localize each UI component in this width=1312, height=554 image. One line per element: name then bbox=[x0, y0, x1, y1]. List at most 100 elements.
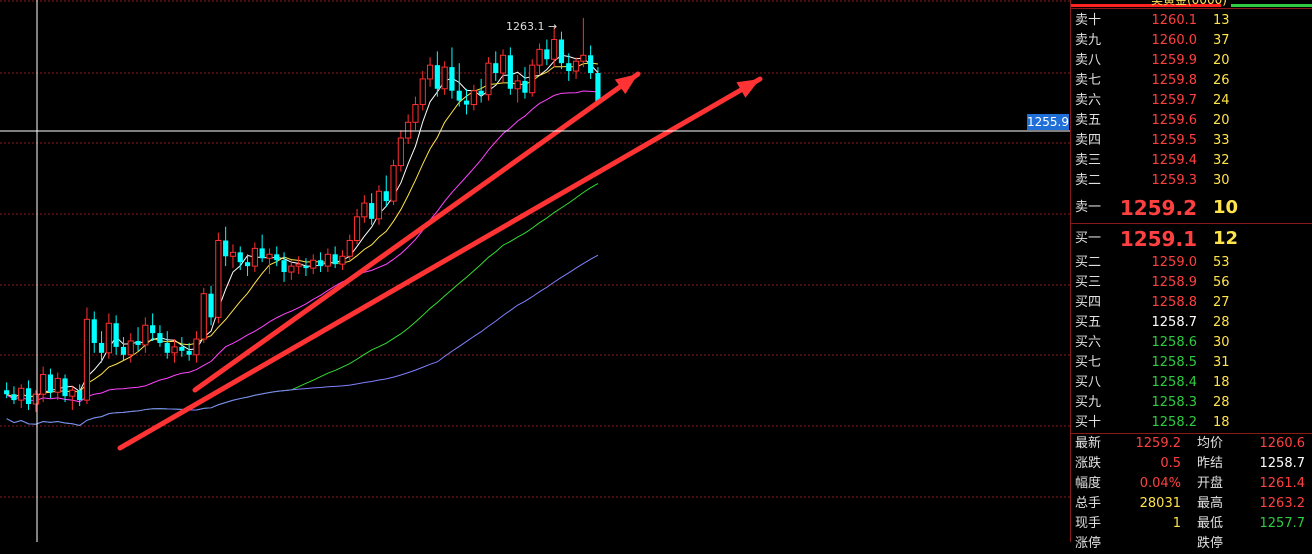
level-volume: 33 bbox=[1213, 133, 1230, 148]
ask-level-row[interactable]: 卖七 1259.8 26 bbox=[1071, 71, 1312, 91]
candle-body bbox=[310, 259, 317, 269]
bid-level-row[interactable]: 买五 1258.7 28 bbox=[1071, 313, 1312, 333]
ask-level-row[interactable]: 卖五 1259.6 20 bbox=[1071, 111, 1312, 131]
stat-value: 1261.4 bbox=[1259, 476, 1306, 491]
orderbook-divider bbox=[1071, 223, 1312, 224]
candle-body bbox=[353, 216, 361, 242]
level-label: 卖十 bbox=[1075, 13, 1102, 28]
level-volume: 12 bbox=[1213, 228, 1239, 249]
stat-value: 1263.2 bbox=[1259, 496, 1306, 511]
stat-row: 涨跌 0.5 昨结 1258.7 bbox=[1071, 454, 1312, 474]
stat-label: 均价 bbox=[1197, 436, 1224, 451]
bid-level-row[interactable]: 买四 1258.8 27 bbox=[1071, 293, 1312, 313]
candle-body bbox=[244, 262, 251, 267]
level-volume: 32 bbox=[1213, 153, 1230, 168]
candle-body bbox=[11, 394, 17, 401]
candle-body bbox=[120, 346, 127, 355]
candle-body bbox=[251, 247, 258, 267]
peak-price-annotation: 1263.1 → bbox=[506, 20, 558, 33]
candle-body bbox=[470, 90, 477, 106]
candle-body bbox=[449, 67, 455, 91]
candle-body bbox=[164, 342, 170, 353]
candle-body bbox=[588, 55, 594, 74]
level-volume: 18 bbox=[1213, 415, 1230, 430]
bid-level-row[interactable]: 买三 1258.9 56 bbox=[1071, 273, 1312, 293]
ask-level-row[interactable]: 卖二 1259.3 30 bbox=[1071, 171, 1312, 191]
candle-body bbox=[91, 319, 97, 343]
level-label: 买八 bbox=[1075, 375, 1102, 390]
candle-body bbox=[536, 48, 543, 66]
stat-label: 幅度 bbox=[1075, 476, 1102, 491]
bid-level-row[interactable]: 买十 1258.2 18 bbox=[1071, 413, 1312, 433]
stat-row: 最新 1259.2 均价 1260.6 bbox=[1071, 434, 1312, 454]
bid-level-row[interactable]: 买九 1258.3 28 bbox=[1071, 393, 1312, 413]
level-price: 1259.1 bbox=[1119, 227, 1197, 251]
stat-value: 28031 bbox=[1139, 496, 1181, 511]
candle-body bbox=[157, 333, 163, 343]
bid-level-row[interactable]: 买二 1259.0 53 bbox=[1071, 253, 1312, 273]
candle-body bbox=[544, 49, 550, 60]
candle-body bbox=[69, 389, 76, 397]
level-volume: 27 bbox=[1213, 295, 1230, 310]
stat-value: 1258.7 bbox=[1259, 456, 1306, 471]
candle-body bbox=[4, 390, 10, 395]
level-label: 卖四 bbox=[1075, 133, 1102, 148]
stat-label: 最高 bbox=[1197, 496, 1224, 511]
candle-body bbox=[215, 240, 222, 318]
level-volume: 18 bbox=[1213, 375, 1230, 390]
level-volume: 30 bbox=[1213, 173, 1230, 188]
candle-body bbox=[529, 64, 536, 94]
bid-level-row[interactable]: 买七 1258.5 31 bbox=[1071, 353, 1312, 373]
ask-level-row[interactable]: 卖八 1259.9 20 bbox=[1071, 51, 1312, 71]
quote-panel: 美黄金(0000) 卖十 1260.1 13 卖九 1260.0 37 卖八 125… bbox=[1070, 0, 1312, 551]
level-price: 1258.5 bbox=[1151, 355, 1198, 370]
candle-body bbox=[332, 254, 338, 265]
ask-level-row[interactable]: 卖四 1259.5 33 bbox=[1071, 131, 1312, 151]
level-price: 1258.9 bbox=[1151, 275, 1198, 290]
candle-body bbox=[200, 293, 207, 340]
level-volume: 26 bbox=[1213, 73, 1230, 88]
level-price: 1259.3 bbox=[1151, 173, 1198, 188]
candle-body bbox=[54, 377, 61, 393]
candle-body bbox=[478, 90, 484, 95]
candle-body bbox=[266, 253, 273, 259]
candle-body bbox=[32, 393, 39, 405]
candle-body bbox=[237, 252, 243, 263]
stat-value: 0.5 bbox=[1160, 456, 1181, 471]
candle-body bbox=[434, 65, 440, 89]
level-label: 买六 bbox=[1075, 335, 1102, 350]
candle-body bbox=[383, 191, 389, 202]
level-price: 1258.2 bbox=[1151, 415, 1198, 430]
ask-1-row[interactable]: 卖一 1259.2 10 bbox=[1071, 195, 1312, 221]
bid-level-row[interactable]: 买六 1258.6 30 bbox=[1071, 333, 1312, 353]
level-volume: 10 bbox=[1213, 197, 1239, 218]
ask-level-row[interactable]: 卖九 1260.0 37 bbox=[1071, 31, 1312, 51]
stat-label: 现手 bbox=[1075, 516, 1102, 531]
stat-row: 现手 1 最低 1257.7 bbox=[1071, 514, 1312, 534]
ask-level-row[interactable]: 卖三 1259.4 32 bbox=[1071, 151, 1312, 171]
candle-body bbox=[324, 253, 331, 267]
stat-value: 1260.6 bbox=[1259, 436, 1306, 451]
level-label: 卖八 bbox=[1075, 53, 1102, 68]
level-volume: 53 bbox=[1213, 255, 1230, 270]
bid-level-row[interactable]: 买八 1258.4 18 bbox=[1071, 373, 1312, 393]
candle-body bbox=[98, 342, 105, 353]
ask-level-row[interactable]: 卖十 1260.1 13 bbox=[1071, 11, 1312, 31]
candle-body bbox=[572, 60, 580, 72]
level-label: 买三 bbox=[1075, 275, 1102, 290]
level-volume: 30 bbox=[1213, 335, 1230, 350]
candle-body bbox=[375, 190, 383, 220]
candle-body bbox=[83, 318, 91, 401]
level-volume: 24 bbox=[1213, 93, 1230, 108]
candle-body bbox=[346, 240, 353, 257]
stat-row: 涨停 跌停 bbox=[1071, 534, 1312, 554]
ask-level-row[interactable]: 卖六 1259.7 24 bbox=[1071, 91, 1312, 111]
level-label: 卖三 bbox=[1075, 153, 1102, 168]
level-price: 1260.1 bbox=[1151, 13, 1198, 28]
candle-body bbox=[193, 338, 200, 356]
candle-body bbox=[127, 340, 134, 356]
candle-body bbox=[274, 254, 280, 261]
kline-chart[interactable] bbox=[0, 0, 1070, 542]
bid-1-row[interactable]: 买一 1259.1 12 bbox=[1071, 226, 1312, 252]
candle-body bbox=[186, 350, 192, 355]
